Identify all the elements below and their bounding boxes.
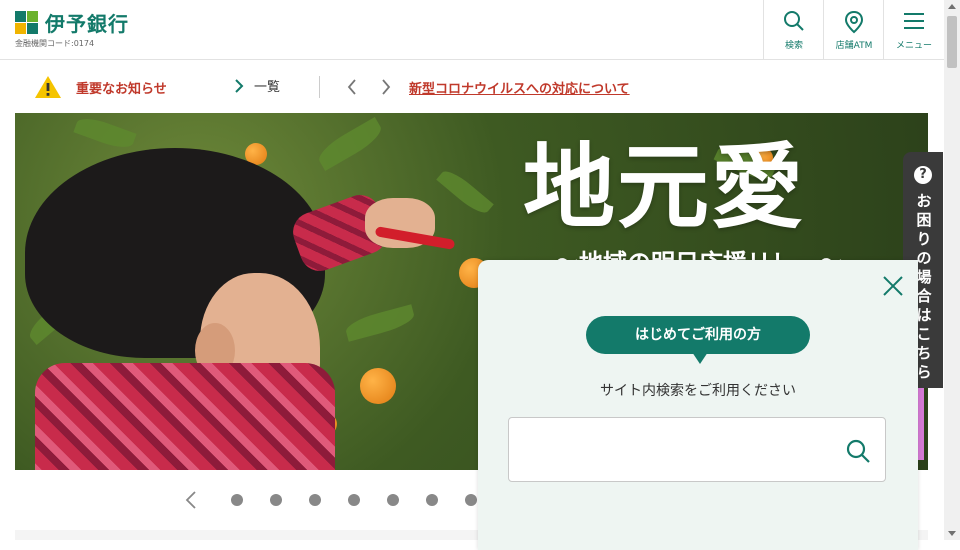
notice-next-icon[interactable]	[380, 78, 392, 96]
search-guide-popup: はじめてご利用の方 サイト内検索をご利用ください	[478, 260, 918, 550]
chevron-right-icon	[235, 78, 244, 93]
logo-mark-icon	[15, 10, 39, 35]
carousel-dot[interactable]	[386, 494, 399, 506]
notice-title: 重要なお知らせ	[76, 82, 167, 97]
scroll-thumb[interactable]	[947, 16, 957, 68]
atm-label: 店舗ATM	[835, 41, 873, 51]
map-pin-icon	[844, 10, 864, 34]
search-icon	[784, 11, 804, 31]
menu-label: メニュー	[895, 41, 932, 51]
first-time-bubble: はじめてご利用の方	[586, 316, 810, 354]
notice-link[interactable]: 新型コロナウイルスへの対応について	[409, 78, 630, 97]
close-icon[interactable]	[881, 274, 905, 298]
bank-code: 金融機関コード:0174	[15, 39, 95, 48]
carousel-dot[interactable]	[308, 494, 321, 506]
site-header: 伊予銀行 金融機関コード:0174 検索 店舗ATM メニュー	[0, 0, 944, 60]
logo[interactable]: 伊予銀行	[15, 8, 129, 37]
warning-icon	[35, 76, 61, 98]
carousel-dot[interactable]	[425, 494, 438, 506]
side-accent	[918, 388, 924, 460]
help-question-icon: ?	[914, 166, 932, 184]
search-label: 検索	[784, 41, 803, 51]
scroll-down-icon[interactable]	[948, 531, 956, 536]
notice-bar: 重要なお知らせ 一覧 新型コロナウイルスへの対応について	[0, 60, 944, 112]
notice-prev-icon[interactable]	[346, 78, 358, 96]
header-atm-button[interactable]: 店舗ATM	[823, 0, 884, 59]
site-search-input[interactable]	[519, 418, 823, 480]
popup-message: サイト内検索をご利用ください	[600, 383, 796, 399]
bubble-tail	[692, 352, 708, 364]
carousel-dot[interactable]	[230, 494, 243, 506]
carousel-dot[interactable]	[464, 494, 477, 506]
notice-list-label: 一覧	[254, 80, 281, 95]
popup-search-box	[508, 417, 886, 482]
carousel-dot[interactable]	[269, 494, 282, 506]
carousel-dot[interactable]	[347, 494, 360, 506]
child-shirt	[35, 363, 335, 470]
hero-headline: 地元愛	[523, 134, 806, 241]
hamburger-icon	[904, 13, 924, 29]
scrollbar[interactable]	[944, 0, 960, 540]
notice-list-link[interactable]: 一覧	[234, 76, 280, 95]
scroll-up-icon[interactable]	[948, 4, 956, 9]
logo-name: 伊予銀行	[45, 12, 129, 36]
header-menu-button[interactable]: メニュー	[883, 0, 944, 59]
header-search-button[interactable]: 検索	[763, 0, 824, 59]
carousel-prev-icon[interactable]	[185, 490, 197, 510]
notice-divider	[319, 76, 320, 98]
carousel-controls	[185, 488, 490, 512]
search-submit-icon[interactable]	[845, 438, 871, 464]
